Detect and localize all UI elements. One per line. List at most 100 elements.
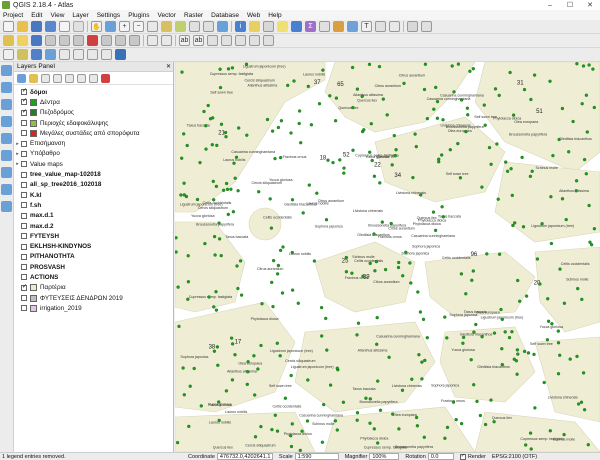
- tree-point[interactable]: [416, 290, 420, 294]
- tree-point[interactable]: [480, 335, 484, 339]
- tree-point[interactable]: [253, 393, 257, 397]
- tree-point[interactable]: [300, 429, 304, 433]
- tree-point[interactable]: [390, 163, 394, 167]
- save-as-icon[interactable]: [45, 21, 56, 32]
- layer-row[interactable]: Δέντρα: [14, 97, 173, 107]
- layer-row[interactable]: EKLHSH-KINDYNOS: [14, 241, 173, 251]
- tree-point[interactable]: [306, 378, 310, 382]
- offset-curve-icon[interactable]: [1, 133, 12, 144]
- tree-point[interactable]: [500, 317, 504, 322]
- tree-point[interactable]: [299, 141, 303, 145]
- tree-point[interactable]: [485, 252, 489, 256]
- tree-point[interactable]: [397, 427, 401, 431]
- layer-visibility-checkbox[interactable]: [21, 130, 27, 137]
- tree-point[interactable]: [223, 130, 228, 135]
- layers-panel-close-button[interactable]: ✕: [166, 63, 171, 70]
- tree-point[interactable]: [542, 380, 546, 385]
- tree-point[interactable]: [372, 427, 376, 431]
- move-feature-icon[interactable]: [59, 35, 70, 46]
- tree-point[interactable]: [464, 292, 468, 296]
- layer-visibility-checkbox[interactable]: [21, 161, 27, 168]
- tree-point[interactable]: [452, 90, 456, 94]
- tree-point[interactable]: [224, 389, 229, 393]
- tree-point[interactable]: [286, 83, 290, 88]
- tree-point[interactable]: [212, 305, 216, 309]
- rotate-label-icon[interactable]: [249, 35, 260, 46]
- tree-point[interactable]: [231, 210, 236, 214]
- toggle-editing-icon[interactable]: [17, 35, 28, 46]
- tree-point[interactable]: [364, 396, 368, 400]
- tree-point[interactable]: [204, 124, 208, 128]
- tree-point[interactable]: [489, 398, 493, 402]
- menu-vector[interactable]: Vector: [158, 12, 176, 19]
- tree-point[interactable]: [321, 68, 325, 72]
- tree-point[interactable]: [587, 203, 591, 208]
- tree-point[interactable]: [367, 62, 372, 67]
- tree-point[interactable]: [508, 70, 512, 75]
- maximize-button[interactable]: ☐: [560, 0, 580, 10]
- tree-point[interactable]: [307, 183, 311, 187]
- close-button[interactable]: ✕: [580, 0, 600, 10]
- tree-point[interactable]: [217, 418, 221, 423]
- tree-point[interactable]: [422, 435, 426, 439]
- tree-point[interactable]: [448, 148, 452, 152]
- map-tips-icon[interactable]: [347, 21, 358, 32]
- tree-point[interactable]: [592, 105, 596, 110]
- tree-point[interactable]: [560, 106, 565, 111]
- tree-point[interactable]: [182, 193, 186, 197]
- tree-point[interactable]: [259, 424, 263, 429]
- tree-point[interactable]: [234, 155, 239, 159]
- tree-point[interactable]: [229, 187, 233, 191]
- tree-point[interactable]: [368, 421, 372, 425]
- new-print-composer-icon[interactable]: [59, 21, 70, 32]
- tree-point[interactable]: [360, 129, 365, 134]
- tree-point[interactable]: [472, 383, 476, 387]
- tree-point[interactable]: [585, 130, 589, 134]
- tree-point[interactable]: [217, 237, 222, 241]
- tree-point[interactable]: [216, 363, 220, 367]
- tree-point[interactable]: [548, 429, 552, 433]
- tree-point[interactable]: [186, 254, 190, 258]
- tree-point[interactable]: [376, 441, 380, 445]
- tree-point[interactable]: [441, 215, 446, 219]
- tree-point[interactable]: [401, 274, 405, 278]
- tree-point[interactable]: [370, 158, 374, 163]
- menu-edit[interactable]: Edit: [31, 12, 42, 19]
- tree-point[interactable]: [214, 290, 218, 294]
- tree-point[interactable]: [230, 378, 235, 382]
- tree-point[interactable]: [421, 317, 426, 322]
- tree-point[interactable]: [235, 264, 239, 268]
- tree-point[interactable]: [575, 62, 579, 66]
- tree-point[interactable]: [233, 353, 237, 357]
- layer-visibility-checkbox[interactable]: [21, 212, 27, 219]
- tree-point[interactable]: [437, 160, 441, 164]
- tree-point[interactable]: [520, 155, 524, 160]
- tree-point[interactable]: [589, 243, 594, 247]
- tree-point[interactable]: [564, 217, 568, 222]
- tree-point[interactable]: [278, 155, 283, 160]
- tree-point[interactable]: [456, 141, 460, 146]
- add-postgis-layer-icon[interactable]: [31, 49, 42, 60]
- tree-point[interactable]: [505, 169, 510, 173]
- tree-point[interactable]: [408, 261, 412, 265]
- tree-point[interactable]: [409, 281, 413, 285]
- tree-point[interactable]: [273, 413, 277, 417]
- tree-point[interactable]: [528, 431, 533, 435]
- tree-point[interactable]: [400, 388, 405, 392]
- tree-point[interactable]: [509, 167, 513, 171]
- tree-point[interactable]: [175, 236, 178, 240]
- tree-point[interactable]: [458, 176, 463, 180]
- tree-point[interactable]: [584, 172, 588, 176]
- pan-icon[interactable]: ✋: [91, 21, 102, 32]
- tree-point[interactable]: [391, 412, 395, 416]
- tree-point[interactable]: [215, 143, 219, 148]
- tree-point[interactable]: [579, 400, 584, 404]
- tree-point[interactable]: [289, 373, 293, 378]
- tree-point[interactable]: [202, 109, 206, 114]
- tree-point[interactable]: [356, 321, 361, 325]
- tree-point[interactable]: [217, 221, 221, 225]
- redo-icon[interactable]: [161, 35, 172, 46]
- node-tool-icon[interactable]: [73, 35, 84, 46]
- tree-point[interactable]: [344, 255, 348, 260]
- tree-point[interactable]: [378, 408, 383, 412]
